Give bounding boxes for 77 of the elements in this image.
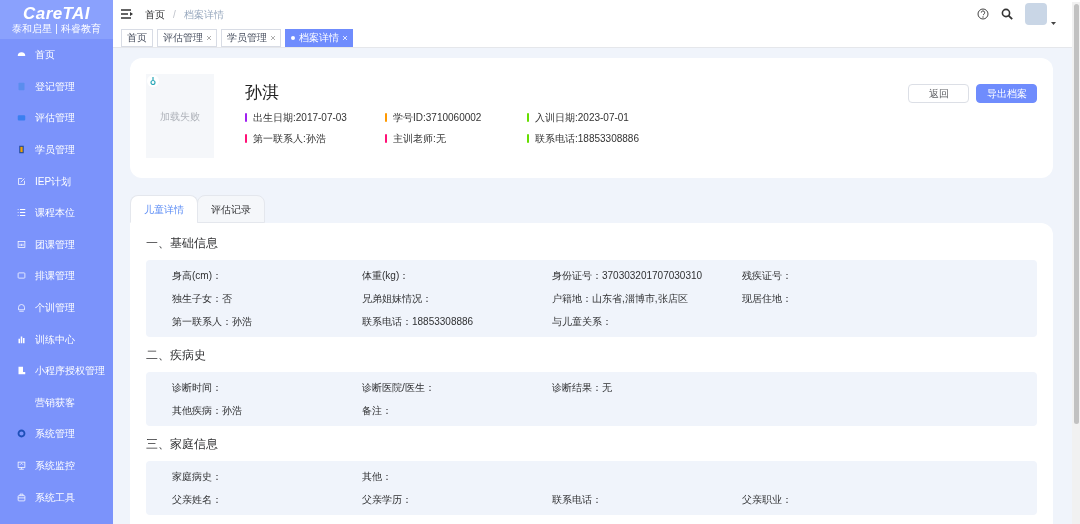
sidebar-item[interactable]: 团课管理 — [0, 228, 113, 261]
field-text: 户籍地：山东省,淄博市,张店区 — [552, 292, 688, 306]
field-text: 现居住地： — [742, 292, 792, 306]
menu-icon[interactable] — [121, 9, 133, 19]
document-icon — [17, 81, 26, 91]
headset-icon — [17, 303, 26, 313]
section-title: 二、疾病史 — [146, 347, 207, 364]
field-text: 身份证号：370303201707030310 — [552, 269, 703, 283]
sidebar-item[interactable]: 个训管理 — [0, 291, 113, 324]
tab-tag[interactable]: 评估管理 — [157, 28, 217, 47]
section-title: 一、基础信息 — [146, 235, 219, 252]
tab[interactable]: 评估记录 — [197, 195, 265, 223]
square-icon — [17, 271, 26, 281]
field-text: 联系电话：18853308886 — [362, 315, 474, 329]
edit-icon — [17, 176, 26, 186]
field-text: 诊断结果：无 — [552, 381, 612, 395]
info-text: 联系电话:18853308886 — [535, 132, 639, 146]
field-text: 独生子女：否 — [172, 292, 232, 306]
field-text: 其他： — [362, 470, 392, 484]
info-text: 出生日期:2017-07-03 — [253, 111, 347, 125]
field-text: 体重(kg)： — [362, 269, 410, 283]
sidebar-item[interactable]: 学员管理 — [0, 133, 113, 166]
monitor-icon — [17, 461, 26, 470]
field-text: 第一联系人：孙浩 — [172, 315, 252, 329]
logo-subtitle: 泰和启星 | 科睿教育 — [12, 23, 101, 34]
field-text: 备注： — [362, 404, 392, 418]
sidebar-item[interactable]: 系统工具 — [0, 481, 113, 513]
info-text: 第一联系人:孙浩 — [253, 132, 326, 146]
button[interactable]: 返回 — [908, 84, 969, 103]
breadcrumb-separator: / — [173, 7, 176, 22]
tab-tag[interactable]: 学员管理 — [221, 28, 281, 47]
sidebar-item[interactable]: 系统管理 — [0, 418, 113, 450]
gear-icon — [17, 429, 26, 439]
section-title: 三、家庭信息 — [146, 436, 219, 453]
sidebar-item[interactable]: 系统监控 — [0, 449, 113, 482]
field-text: 其他疾病：孙浩 — [172, 404, 242, 418]
field-text: 残疾证号： — [742, 269, 792, 283]
field-text: 家庭病史： — [172, 470, 222, 484]
field-text: 兄弟姐妹情况： — [362, 292, 432, 306]
field-text: 联系电话： — [552, 493, 602, 507]
field-text: 身高(cm)： — [172, 269, 222, 283]
field-text: 父亲姓名： — [172, 493, 222, 507]
logo: CareTAI — [23, 5, 90, 23]
book-icon — [17, 145, 26, 155]
field-text: 诊断医院/医生： — [362, 381, 435, 395]
toolbox-icon — [17, 492, 26, 502]
student-name: 孙淇 — [245, 82, 280, 104]
tab-tag[interactable]: 首页 — [121, 28, 153, 47]
sidebar-item[interactable]: 首页 — [0, 39, 113, 71]
field-text: 父亲学历： — [362, 493, 412, 507]
sidebar-item[interactable]: 登记管理 — [0, 70, 113, 103]
sidebar-item[interactable]: 课程本位 — [0, 196, 113, 229]
field-text: 与儿童关系： — [552, 315, 612, 329]
bar-chart-icon — [17, 334, 26, 344]
list-icon — [17, 208, 26, 218]
sidebar-item[interactable]: 营销获客 — [0, 386, 113, 419]
breadcrumb-item: 档案详情 — [183, 7, 224, 22]
sidebar-item[interactable]: 训练中心 — [0, 323, 113, 355]
info-text: 主训老师:无 — [393, 132, 446, 146]
help-icon[interactable] — [977, 8, 989, 20]
breadcrumb-item[interactable]: 首页 — [145, 6, 165, 22]
sidebar-item[interactable]: 评估管理 — [0, 102, 113, 134]
button[interactable]: 导出档案 — [976, 84, 1037, 103]
sidebar-item[interactable]: IEP计划 — [0, 165, 113, 197]
briefcase-icon — [17, 113, 26, 123]
tab-tag[interactable]: 档案详情 — [285, 28, 353, 47]
tab[interactable]: 儿童详情 — [130, 195, 198, 223]
field-text: 诊断时间： — [172, 381, 222, 395]
grid-icon — [17, 239, 26, 249]
info-text: 入训日期:2023-07-01 — [535, 111, 629, 125]
sidebar-item[interactable]: 小程序授权管理 — [0, 354, 113, 387]
field-text: 父亲职业： — [742, 493, 792, 507]
search-icon[interactable] — [1001, 8, 1013, 20]
info-text: 学号ID:3710060002 — [393, 111, 482, 125]
caret-icon[interactable] — [1051, 22, 1056, 25]
photo-error-text: 加载失败 — [160, 109, 200, 124]
sidebar-item[interactable]: 排课管理 — [0, 260, 113, 292]
